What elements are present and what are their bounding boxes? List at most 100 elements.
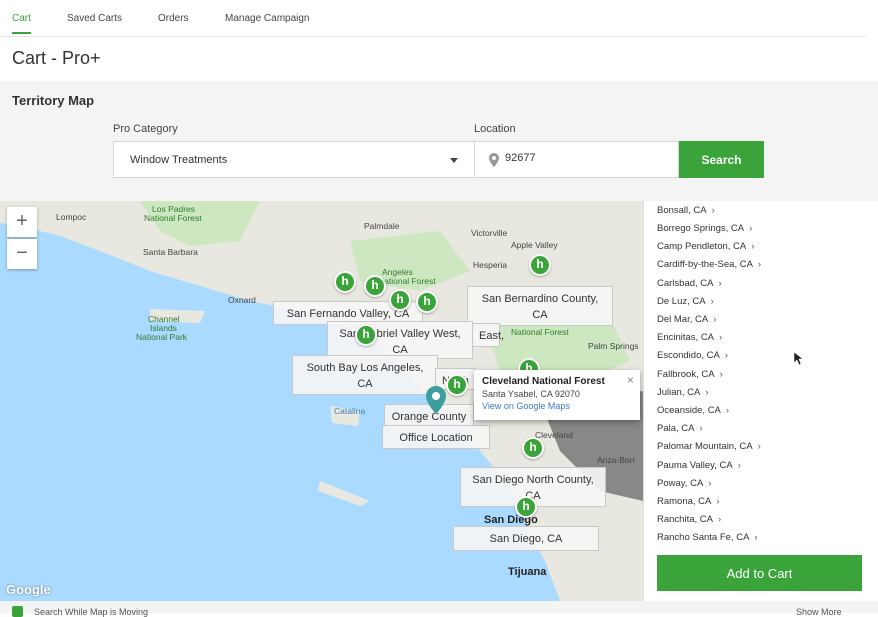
city-item[interactable]: Cardiff-by-the-Sea, CA › xyxy=(657,259,761,270)
territory-label[interactable]: South Bay Los Angeles, CA xyxy=(292,355,438,395)
city-item[interactable]: Escondido, CA › xyxy=(657,350,728,361)
city-name: Borrego Springs, CA xyxy=(657,223,745,234)
office-location-pin-icon[interactable] xyxy=(426,386,446,414)
chevron-right-icon: › xyxy=(749,223,753,234)
map-label: National Park xyxy=(136,332,188,342)
territory-label[interactable]: San Bernardino County, CA xyxy=(467,286,613,326)
city-name: Palomar Mountain, CA xyxy=(657,441,753,452)
city-item[interactable]: Bonsall, CA › xyxy=(657,205,715,216)
pro-location-marker[interactable] xyxy=(515,496,537,518)
chevron-right-icon: › xyxy=(757,441,761,452)
city-item[interactable]: Poway, CA › xyxy=(657,478,711,489)
city-name: Julian, CA xyxy=(657,387,701,398)
tab-manage-campaign[interactable]: Manage Campaign xyxy=(225,13,310,24)
map-pin-icon xyxy=(489,153,499,167)
pro-location-marker[interactable] xyxy=(389,289,411,311)
chevron-right-icon: › xyxy=(757,259,762,270)
city-item[interactable]: Fallbrook, CA › xyxy=(657,369,723,380)
city-item[interactable]: Julian, CA › xyxy=(657,387,708,398)
add-to-cart-button[interactable]: Add to Cart xyxy=(657,555,862,591)
location-field[interactable] xyxy=(474,141,679,178)
search-while-moving-checkbox[interactable] xyxy=(12,606,23,617)
chevron-right-icon: › xyxy=(754,532,758,543)
city-name: Escondido, CA xyxy=(657,350,720,361)
pro-category-label: Pro Category xyxy=(113,123,178,135)
territory-map[interactable]: + − Lompoc Los Padres National Forest Sa… xyxy=(0,201,643,601)
city-item[interactable]: Camp Pendleton, CA › xyxy=(657,241,754,252)
info-window-address: Santa Ysabel, CA 92070 xyxy=(482,389,580,399)
map-label: Apple Valley xyxy=(511,240,558,250)
pro-location-marker[interactable] xyxy=(364,275,386,297)
pro-location-marker[interactable] xyxy=(529,254,551,276)
tab-cart[interactable]: Cart xyxy=(12,13,31,34)
pro-category-select[interactable]: Window Treatments xyxy=(113,141,475,178)
chevron-right-icon: › xyxy=(717,514,722,525)
city-item[interactable]: Encinitas, CA › xyxy=(657,332,722,343)
pro-location-marker[interactable] xyxy=(522,437,544,459)
zoom-out-button[interactable]: − xyxy=(7,239,37,269)
view-on-google-maps-link[interactable]: View on Google Maps xyxy=(482,401,632,411)
city-name: Ramona, CA xyxy=(657,496,712,507)
chevron-right-icon: › xyxy=(719,369,723,380)
chevron-right-icon: › xyxy=(713,314,717,325)
city-item[interactable]: Ramona, CA › xyxy=(657,496,720,507)
section-title: Territory Map xyxy=(12,93,95,108)
city-item[interactable]: Ranchita, CA › xyxy=(657,514,721,525)
chevron-down-icon xyxy=(450,158,458,163)
chevron-right-icon: › xyxy=(718,278,722,289)
pro-location-marker[interactable] xyxy=(334,271,356,293)
city-name: Bonsall, CA xyxy=(657,205,707,216)
territory-label[interactable]: East, xyxy=(472,323,504,347)
city-name: Camp Pendleton, CA xyxy=(657,241,747,252)
search-while-moving-label: Search While Map is Moving xyxy=(34,607,149,617)
map-label: National Forest xyxy=(378,276,436,286)
info-window-title: Cleveland National Forest xyxy=(482,376,605,387)
city-item[interactable]: De Luz, CA › xyxy=(657,296,714,307)
city-name: Encinitas, CA xyxy=(657,332,715,343)
city-item[interactable]: Pauma Valley, CA › xyxy=(657,460,741,471)
chevron-right-icon: › xyxy=(725,405,730,416)
map-label: Victorville xyxy=(471,228,508,238)
city-item[interactable]: Rancho Santa Fe, CA › xyxy=(657,532,758,543)
pro-category-value: Window Treatments xyxy=(130,154,228,166)
map-label: Anza-Borr xyxy=(597,455,636,465)
chevron-right-icon: › xyxy=(699,423,703,434)
zoom-in-button[interactable]: + xyxy=(7,207,37,237)
search-button[interactable]: Search xyxy=(679,141,764,178)
territory-label[interactable]: San Diego, CA xyxy=(453,526,599,551)
map-label: Catalina xyxy=(334,406,366,416)
chevron-right-icon: › xyxy=(724,350,729,361)
city-item[interactable]: Palomar Mountain, CA › xyxy=(657,441,761,452)
location-label: Location xyxy=(474,123,516,135)
chevron-right-icon: › xyxy=(737,460,741,471)
map-label: Cleveland xyxy=(535,430,573,440)
city-item[interactable]: Del Mar, CA › xyxy=(657,314,716,325)
tab-saved-carts[interactable]: Saved Carts xyxy=(67,13,122,24)
tab-orders[interactable]: Orders xyxy=(158,13,189,24)
city-list-panel: Bonsall, CA › Borrego Springs, CA › Camp P… xyxy=(643,201,878,601)
map-label: National Forest xyxy=(511,327,569,337)
city-name: Pala, CA xyxy=(657,423,695,434)
show-more-link[interactable]: Show More xyxy=(796,607,842,617)
map-label: Tijuana xyxy=(508,566,547,578)
map-label: Lompoc xyxy=(56,212,87,222)
pro-location-marker[interactable] xyxy=(416,291,438,313)
city-item[interactable]: Carlsbad, CA › xyxy=(657,278,722,289)
city-name: Rancho Santa Fe, CA xyxy=(657,532,750,543)
pro-location-marker[interactable] xyxy=(355,324,377,346)
google-logo: Google xyxy=(6,582,51,597)
map-label: Palm Springs xyxy=(588,341,639,351)
city-item[interactable]: Pala, CA › xyxy=(657,423,703,434)
territory-label[interactable]: Office Location xyxy=(382,425,490,449)
city-item[interactable]: Borrego Springs, CA › xyxy=(657,223,752,234)
location-input[interactable] xyxy=(505,152,665,164)
territory-label[interactable]: San Gabriel Valley West, CA xyxy=(327,321,473,359)
close-icon[interactable]: × xyxy=(627,373,634,387)
pro-location-marker[interactable] xyxy=(446,374,468,396)
mouse-cursor-icon xyxy=(794,352,804,366)
chevron-right-icon: › xyxy=(751,241,755,252)
chevron-right-icon: › xyxy=(710,296,714,307)
map-label: Palmdale xyxy=(364,221,400,231)
city-item[interactable]: Oceanside, CA › xyxy=(657,405,729,416)
page-title: Cart - Pro+ xyxy=(12,48,101,68)
